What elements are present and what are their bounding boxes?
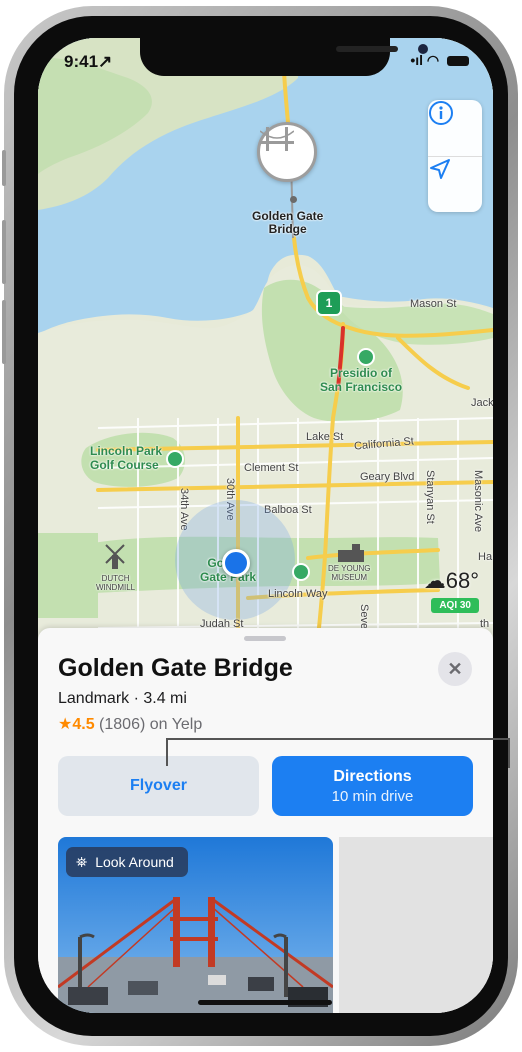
place-subtitle: Landmark · 3.4 mi [58, 690, 187, 707]
look-around-preview[interactable]: ⛯ Look Around [58, 837, 333, 1013]
look-around-label: Look Around [95, 854, 174, 870]
star-icon: ★ [58, 716, 73, 733]
directions-duration: 10 min drive [331, 787, 414, 805]
side-button-mute [2, 150, 6, 186]
pin-anchor [290, 196, 297, 203]
map-label-jackson: Jack [471, 397, 493, 409]
map-label-stanyan-st: Stanyan St [424, 470, 436, 524]
status-time: 9:41↗ [64, 52, 113, 71]
rating-score: 4.5 [72, 716, 95, 733]
map-label-masonic-ave: Masonic Ave [472, 470, 484, 533]
lincoln-park-poi-icon [166, 450, 184, 468]
map-label-mason-st: Mason St [410, 298, 457, 310]
museum-icon [338, 544, 364, 562]
side-button-volume-down [2, 300, 6, 364]
home-indicator[interactable] [198, 1000, 332, 1005]
notch [140, 38, 428, 76]
map-label-ha: Ha [478, 551, 493, 563]
speaker [336, 46, 398, 52]
rating-reviews: (1806) on Yelp [94, 716, 203, 733]
status-icons: •ıl ◠ [410, 52, 469, 69]
info-icon [429, 101, 453, 125]
callout-line-end [508, 738, 510, 768]
bridge-pin[interactable] [257, 122, 317, 182]
user-location-dot[interactable] [222, 549, 250, 577]
weather-temp: ☁68° [423, 568, 479, 593]
map-label-clement-st: Clement St [244, 462, 299, 474]
map-label-lake-st: Lake St [306, 431, 344, 443]
map-label-dutch-windmill: DUTCH WINDMILL [96, 574, 136, 592]
binoculars-icon: ⛯ [76, 853, 88, 870]
location-arrow-icon: ↗ [98, 52, 113, 71]
pin-label: Golden Gate Bridge [252, 209, 324, 236]
aqi-badge: AQI 30 [431, 598, 479, 613]
route-shield: 1 [316, 290, 342, 316]
cloud-sun-icon: ☁ [423, 568, 446, 593]
place-rating[interactable]: ★4.5 (1806) on Yelp [58, 714, 202, 734]
place-card: Golden Gate Bridge ✕ Landmark · 3.4 mi ★… [38, 628, 493, 1013]
map-controls [428, 100, 482, 212]
place-title: Golden Gate Bridge [58, 654, 293, 682]
close-icon: ✕ [447, 658, 463, 679]
map-label-geary-blvd: Geary Blvd [360, 471, 415, 483]
weather-widget[interactable]: ☁68° AQI 30 [415, 568, 483, 618]
photo-placeholder[interactable] [339, 837, 493, 1013]
callout-line-vertical [166, 740, 168, 766]
screen: 9:41↗ •ıl ◠ Golden Gate Bridge 1 Mason S… [38, 38, 493, 1013]
presidio-poi-icon [357, 348, 375, 366]
flyover-button[interactable]: Flyover [58, 756, 259, 816]
side-button-volume-up [2, 220, 6, 284]
directions-label: Directions [333, 767, 412, 785]
park-poi-icon [292, 563, 310, 581]
locate-me-button[interactable] [428, 157, 482, 212]
directions-button[interactable]: Directions 10 min drive [272, 756, 473, 816]
wifi-icon: ◠ [426, 52, 440, 68]
callout-line-horizontal [166, 738, 510, 740]
close-button[interactable]: ✕ [438, 652, 472, 686]
map-label-de-young: DE YOUNG MUSEUM [328, 564, 371, 582]
windmill-icon [105, 544, 125, 569]
map-view[interactable]: 9:41↗ •ıl ◠ Golden Gate Bridge 1 Mason S… [38, 38, 493, 638]
battery-icon [447, 56, 469, 67]
info-button[interactable] [428, 100, 482, 155]
map-label-presidio: Presidio of San Francisco [320, 366, 403, 394]
location-arrow-icon [430, 159, 450, 179]
signal-icon: •ıl [410, 52, 423, 68]
sheet-grabber[interactable] [244, 636, 286, 641]
map-label-lincoln-park: Lincoln Park Golf Course [90, 444, 163, 472]
look-around-button[interactable]: ⛯ Look Around [66, 847, 188, 877]
map-label-lincoln-way: Lincoln Way [268, 588, 328, 600]
bridge-icon [260, 127, 294, 151]
